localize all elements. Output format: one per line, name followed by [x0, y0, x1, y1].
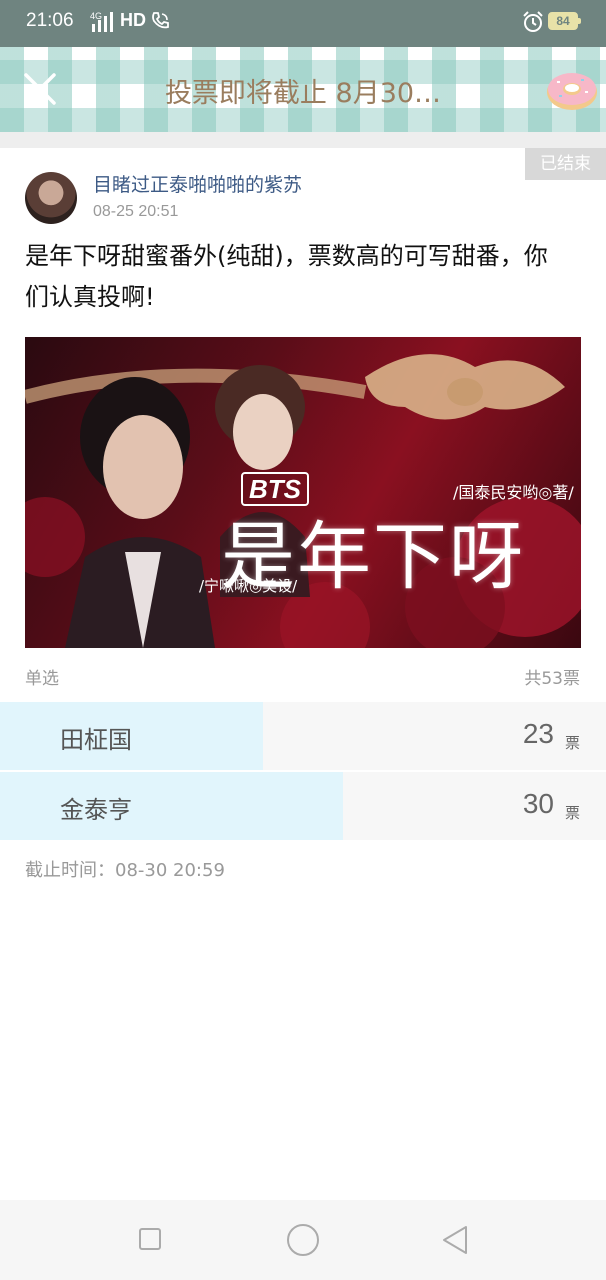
- recent-apps-icon[interactable]: [139, 1228, 161, 1250]
- vote-option-label: 金泰亨: [60, 796, 132, 824]
- network-type: 4G: [90, 11, 102, 21]
- post-time: 08-25 20:51: [93, 203, 179, 220]
- status-badge: 已结束: [525, 148, 606, 180]
- vote-option[interactable]: 田柾国 23 票: [0, 702, 606, 770]
- status-bar: 21:06 4G HD 84: [0, 0, 606, 47]
- post-image[interactable]: BTS 是年下呀 /国泰民安哟◎著/ /宁啾啾◎美设/: [25, 337, 581, 648]
- hd-indicator: HD: [120, 10, 146, 30]
- header-divider: [0, 132, 606, 148]
- vote-option-count: 23: [522, 718, 554, 749]
- author-name[interactable]: 目睹过正泰啪啪啪的紫苏: [93, 170, 302, 197]
- page-header: 投票即将截止 8月30…: [0, 47, 606, 132]
- home-icon[interactable]: [287, 1224, 319, 1256]
- post-text: 是年下呀甜蜜番外(纯甜)，票数高的可写甜番，你们认真投啊!: [25, 242, 548, 311]
- vote-option[interactable]: 金泰亨 30 票: [0, 772, 606, 840]
- vote-option-bar: [0, 772, 343, 840]
- status-time: 21:06: [26, 10, 74, 31]
- vote-option-label: 田柾国: [60, 726, 132, 754]
- back-icon[interactable]: [440, 1224, 470, 1256]
- header-title: 投票即将截止 8月30…: [164, 78, 442, 109]
- close-icon[interactable]: [20, 69, 60, 109]
- system-nav-bar: [0, 1200, 606, 1280]
- call-icon: [152, 12, 169, 29]
- battery-indicator: 84: [548, 12, 581, 30]
- donut-icon[interactable]: [545, 65, 599, 113]
- banner-author-credit: /国泰民安哟◎著/: [453, 483, 574, 502]
- vote-type: 单选: [25, 669, 59, 689]
- vote-option-unit: 票: [564, 804, 580, 822]
- banner-design-credit: /宁啾啾◎美设/: [199, 577, 298, 595]
- vote-option-unit: 票: [564, 734, 580, 752]
- alarm-icon: [523, 11, 543, 32]
- vote-total: 共53票: [524, 669, 580, 689]
- avatar[interactable]: [25, 172, 77, 224]
- vote-deadline: 截止时间：08-30 20:59: [25, 860, 225, 881]
- vote-option-count: 30: [522, 788, 554, 819]
